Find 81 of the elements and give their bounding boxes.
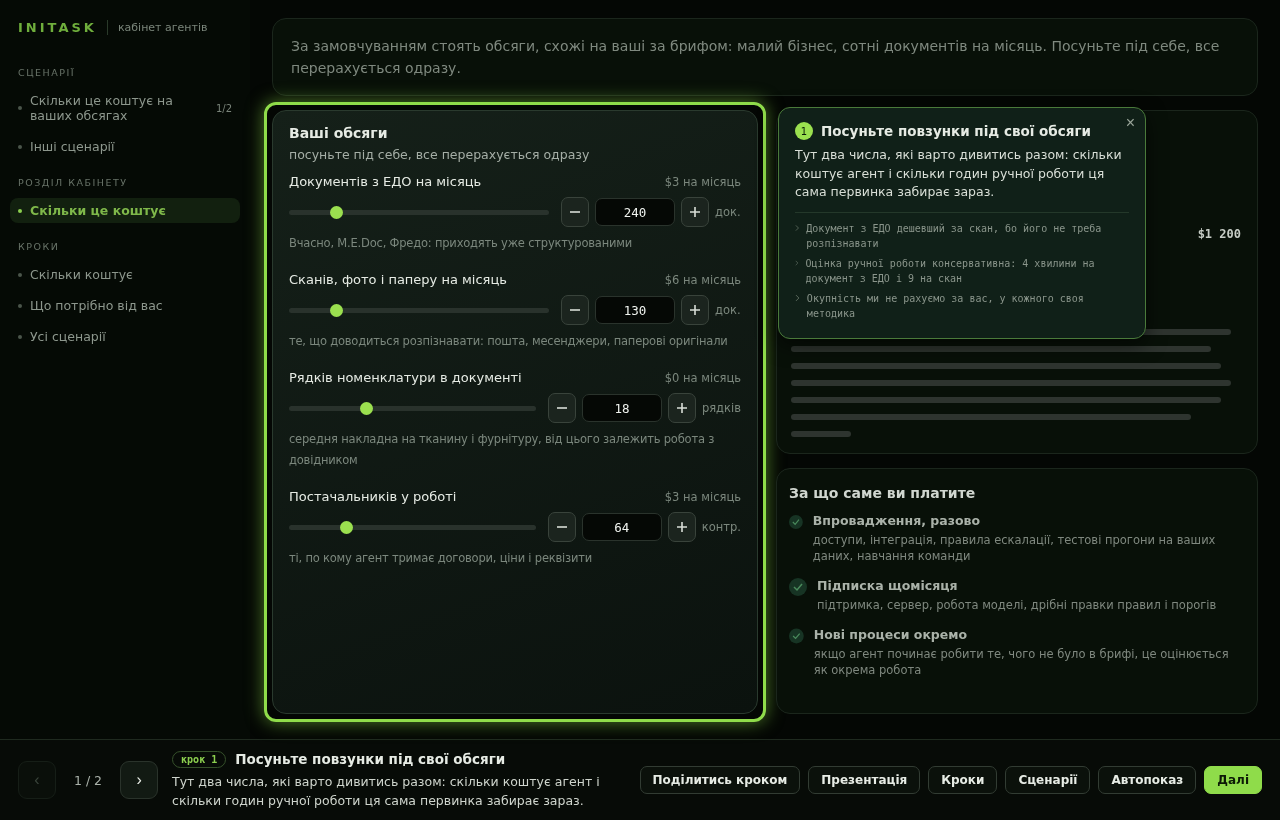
price-label: $3 на місяць	[664, 175, 741, 189]
section-title: СЦЕНАРІЇ	[18, 67, 76, 78]
section-title: РОЗДІЛ КАБІНЕТУ	[18, 177, 129, 188]
slider-hint: Вчасно, M.E.Doc, Фредо: приходять уже структурованими	[289, 235, 634, 252]
payment-title: Нові процеси окремо	[813, 627, 969, 642]
payment-text: якщо агент починає робити те, чого не було в брифі, це оцінюється як окрема робота	[813, 646, 1230, 678]
step-number: 1	[795, 122, 813, 140]
price-label: $3 на місяць	[664, 490, 741, 504]
chevron-icon	[795, 223, 800, 232]
minus-button[interactable]	[547, 393, 576, 423]
plus-button[interactable]	[681, 295, 709, 325]
next-button[interactable]: ›	[120, 761, 159, 799]
sidebar-item[interactable]: Інші сценарії	[10, 134, 240, 159]
price-label: $6 на місяць	[664, 273, 741, 287]
tour-button[interactable]: Сценарії	[1005, 766, 1091, 794]
plus-icon	[689, 206, 701, 218]
sidebar-item[interactable]: Що потрібно від вас	[10, 293, 240, 318]
sidebar-item[interactable]: Скільки це коштує	[10, 198, 240, 223]
slider-thumb[interactable]	[359, 401, 373, 415]
plus-icon	[675, 402, 688, 414]
tour-button[interactable]: Автопоказ	[1098, 766, 1197, 794]
slider-label: Рядків номенклатури в документі	[289, 370, 522, 385]
tooltip-text: Тут два числа, які варто дивитись разом: скільки коштує агент і скільки годин ручної роботи ця сама первинка забирає зараз.	[795, 146, 1123, 201]
total-amount: $1 200	[1197, 227, 1241, 241]
payment-title: Впровадження, разово	[812, 513, 981, 528]
close-button[interactable]: ×	[1125, 114, 1135, 132]
step-text: Тут два числа, які варто дивитись разом: скільки коштує агент і скільки годин ручної роботи ця сама первинка забирає зараз.	[172, 772, 601, 810]
plus-icon	[689, 304, 701, 316]
card-title: За що саме ви платите	[789, 485, 977, 501]
tour-button[interactable]: Презентація	[808, 766, 921, 794]
slider-thumb[interactable]	[339, 520, 353, 534]
tooltip-note: Документ з ЕДО дешевший за скан, бо його не треба розпізнавати	[806, 221, 1103, 251]
sidebar-item[interactable]: Скільки це коштує на ваших обсягах 1/2	[10, 88, 240, 128]
sidebar-item[interactable]: Усі сценарії	[10, 324, 240, 349]
tour-button[interactable]: Поділитись кроком	[639, 766, 801, 794]
minus-button[interactable]	[547, 512, 576, 542]
slider-label: Сканів, фото і паперу на місяць	[289, 272, 507, 287]
card-subtitle: посуньте під себе, все перерахується одразу	[289, 147, 591, 162]
logo-subtitle: кабінет агентів	[117, 21, 208, 34]
chevron-icon	[795, 258, 799, 267]
number-field[interactable]: 130	[595, 296, 675, 324]
check-icon	[789, 627, 804, 645]
payment-text: доступи, інтеграція, правила ескалації, тестові прогони на ваших даних, навчання команди	[812, 532, 1217, 564]
minus-button[interactable]	[561, 197, 589, 227]
price-label: $0 на місяць	[664, 371, 741, 385]
slider-hint: ті, по кому агент тримає договори, ціни і реквізити	[289, 550, 594, 567]
slider-label: Документів з ЕДО на місяць	[289, 174, 482, 189]
tooltip-note: Оцінка ручної роботи консервативна: 4 хвилини на документ з ЕДО і 9 на скан	[805, 256, 1096, 286]
minus-button[interactable]	[561, 295, 589, 325]
number-field[interactable]: 240	[595, 198, 675, 226]
slider-label: Постачальників у роботі	[289, 489, 457, 504]
slider-hint: те, що доводиться розпізнавати: пошта, месенджери, паперові оригінали	[289, 333, 729, 350]
slider-hint: середня накладна на тканину і фурнітуру, від цього залежить робота з довідником	[289, 431, 716, 469]
tooltip-note: Окупність ми не рахуємо за вас, у кожного своя методика	[806, 291, 1085, 321]
step-counter: 1 / 2	[74, 772, 103, 788]
check-icon	[789, 513, 803, 531]
card-title: Ваші обсяги	[289, 125, 389, 141]
plus-icon	[675, 521, 688, 533]
unit-label: док.	[715, 303, 741, 317]
plus-button[interactable]	[667, 512, 696, 542]
logo: INITASK	[18, 20, 108, 35]
intro-text: За замовчуванням стоять обсяги, схожі на ваші за брифом: малий бізнес, сотні документів на місяць. Посуньте під себе, все перерахується одразу.	[291, 37, 1221, 78]
tooltip-title: Посуньте повзунки під свої обсяги	[821, 123, 1092, 139]
slider-thumb[interactable]	[329, 205, 343, 219]
plus-button[interactable]	[667, 393, 696, 423]
sidebar-item[interactable]: Скільки коштує	[10, 262, 240, 287]
unit-label: рядків	[701, 401, 741, 415]
tour-button[interactable]: Далі	[1204, 766, 1262, 794]
tour-button[interactable]: Кроки	[928, 766, 998, 794]
unit-label: док.	[715, 205, 741, 219]
slider-thumb[interactable]	[329, 303, 343, 317]
unit-label: контр.	[701, 520, 741, 534]
payment-text: підтримка, сервер, робота моделі, дрібні правки правил і порогів	[817, 597, 1217, 613]
step-title: Посуньте повзунки під свої обсяги	[235, 751, 506, 767]
section-title: КРОКИ	[18, 241, 61, 252]
number-field[interactable]: 18	[581, 394, 662, 422]
check-icon	[789, 578, 807, 596]
chevron-icon	[795, 293, 800, 302]
number-field[interactable]: 64	[581, 513, 662, 541]
payment-title: Підписка щомісяця	[817, 578, 959, 593]
plus-button[interactable]	[681, 197, 709, 227]
